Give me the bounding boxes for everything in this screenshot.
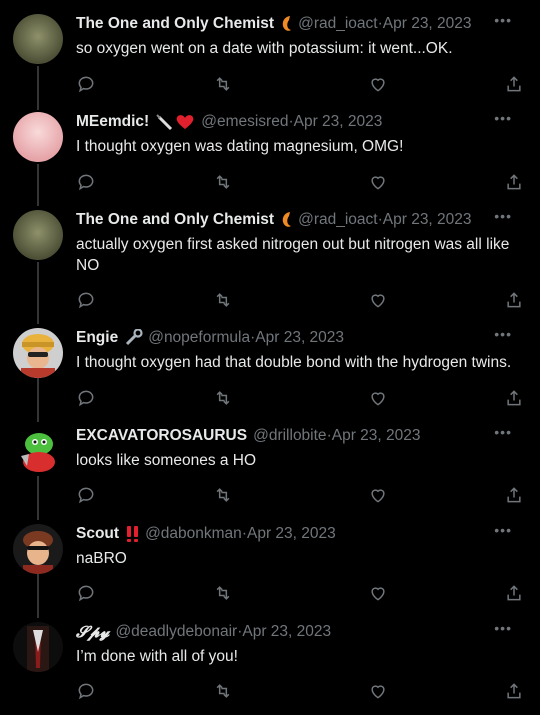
atom-icon (280, 211, 294, 229)
reply-icon[interactable] (76, 485, 98, 507)
more-options-icon[interactable]: ••• (494, 522, 512, 538)
display-name[interactable]: 𝓢𝓹𝔂 (76, 622, 109, 642)
tweet-actions (76, 583, 526, 605)
thread-line (37, 262, 39, 324)
tweet-text: naBRO (76, 550, 127, 567)
timestamp[interactable]: Apr 23, 2023 (242, 622, 331, 642)
display-name[interactable]: The One and Only Chemist (76, 14, 274, 34)
thread-line (37, 574, 39, 618)
share-icon[interactable] (504, 290, 526, 312)
timestamp[interactable]: Apr 23, 2023 (255, 328, 344, 348)
retweet-icon[interactable] (213, 172, 235, 194)
like-icon[interactable] (368, 681, 390, 703)
tweet-actions (76, 681, 526, 703)
thread-line (37, 66, 39, 110)
handle[interactable]: @nopeformula (148, 328, 250, 348)
more-options-icon[interactable]: ••• (494, 620, 512, 636)
share-icon[interactable] (504, 485, 526, 507)
reply-icon[interactable] (76, 172, 98, 194)
more-options-icon[interactable]: ••• (494, 12, 512, 28)
excavator-avatar-art (21, 433, 55, 472)
handle[interactable]: @dabonkman (145, 524, 242, 544)
avatar[interactable] (13, 426, 63, 476)
display-name[interactable]: EXCAVATOROSAURUS (76, 426, 247, 446)
retweet-icon[interactable] (213, 485, 235, 507)
retweet-icon[interactable] (213, 290, 235, 312)
thread-line (37, 378, 39, 422)
thread-line (37, 164, 39, 206)
avatar[interactable] (13, 524, 63, 574)
like-icon[interactable] (368, 74, 390, 96)
reply-icon[interactable] (76, 74, 98, 96)
avatar[interactable] (13, 112, 63, 162)
like-icon[interactable] (368, 172, 390, 194)
handle[interactable]: @emesisred (201, 112, 288, 132)
share-icon[interactable] (504, 74, 526, 96)
wrench-icon (124, 329, 144, 347)
timestamp[interactable]: Apr 23, 2023 (332, 426, 421, 446)
retweet-icon[interactable] (213, 74, 235, 96)
like-icon[interactable] (368, 290, 390, 312)
more-options-icon[interactable]: ••• (494, 424, 512, 440)
timestamp[interactable]: Apr 23, 2023 (247, 524, 336, 544)
like-icon[interactable] (368, 583, 390, 605)
display-name[interactable]: The One and Only Chemist (76, 210, 274, 230)
reply-icon[interactable] (76, 681, 98, 703)
avatar[interactable] (13, 210, 63, 260)
tweet-actions (76, 74, 526, 96)
handle[interactable]: @deadlydebonair (115, 622, 237, 642)
double-exclamation-icon (125, 525, 141, 543)
scout-avatar-art (23, 531, 53, 574)
more-options-icon[interactable]: ••• (494, 326, 512, 342)
share-icon[interactable] (504, 583, 526, 605)
tweet-actions (76, 485, 526, 507)
avatar[interactable] (13, 622, 63, 672)
tweet-actions (76, 388, 526, 410)
tweet-text: so oxygen went on a date with potassium:… (76, 40, 453, 57)
retweet-icon[interactable] (213, 681, 235, 703)
handle[interactable]: @rad_ioact (298, 210, 378, 230)
atom-icon (280, 15, 294, 33)
engie-avatar-art (21, 334, 55, 378)
handle[interactable]: @rad_ioact (298, 14, 378, 34)
thread-line (37, 476, 39, 520)
syringe-heart-icon (155, 113, 197, 131)
display-name[interactable]: MEemdic! (76, 112, 149, 132)
avatar[interactable] (13, 328, 63, 378)
more-options-icon[interactable]: ••• (494, 110, 512, 126)
display-name[interactable]: Engie (76, 328, 118, 348)
timestamp[interactable]: Apr 23, 2023 (383, 14, 472, 34)
like-icon[interactable] (368, 388, 390, 410)
timestamp[interactable]: Apr 23, 2023 (294, 112, 383, 132)
share-icon[interactable] (504, 681, 526, 703)
display-name[interactable]: Scout (76, 524, 119, 544)
reply-icon[interactable] (76, 290, 98, 312)
like-icon[interactable] (368, 485, 390, 507)
handle[interactable]: @drillobite (253, 426, 326, 446)
reply-icon[interactable] (76, 583, 98, 605)
share-icon[interactable] (504, 388, 526, 410)
tweet-text: I’m done with all of you! (76, 648, 238, 665)
retweet-icon[interactable] (213, 388, 235, 410)
tweet-text: actually oxygen first asked nitrogen out… (76, 236, 510, 274)
more-options-icon[interactable]: ••• (494, 208, 512, 224)
tweet-text: I thought oxygen was dating magnesium, O… (76, 138, 404, 155)
timestamp[interactable]: Apr 23, 2023 (383, 210, 472, 230)
tweet-actions (76, 290, 526, 312)
tweet-actions (76, 172, 526, 194)
avatar[interactable] (13, 14, 63, 64)
spy-avatar-art (27, 626, 49, 672)
tweet-text: looks like someones a HO (76, 452, 257, 469)
retweet-icon[interactable] (213, 583, 235, 605)
tweet-text: I thought oxygen had that double bond wi… (76, 354, 512, 371)
share-icon[interactable] (504, 172, 526, 194)
reply-icon[interactable] (76, 388, 98, 410)
